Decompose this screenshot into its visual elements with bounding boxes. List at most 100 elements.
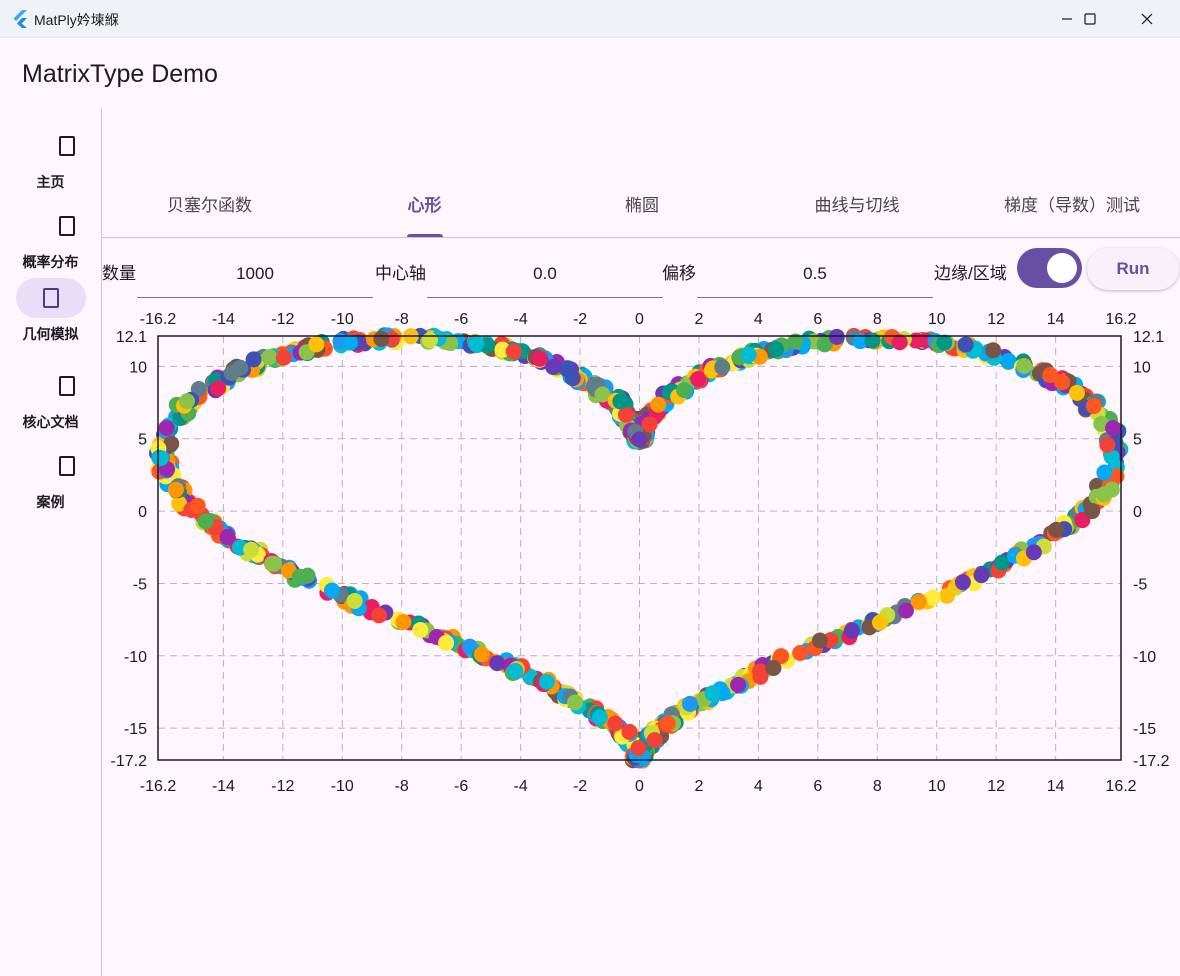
scatter-point (245, 351, 262, 368)
tab-ellipse[interactable]: 椭圆 (592, 180, 692, 237)
scatter-point (179, 393, 196, 410)
x-tick-label-top: 16.2 (1105, 311, 1136, 328)
nav-item-cases[interactable]: 案例 (0, 446, 101, 526)
tab-curve-tangent[interactable]: 曲线与切线 (792, 180, 922, 237)
scatter-point (489, 655, 506, 672)
x-tick-label-top: 6 (813, 311, 822, 328)
scatter-point (342, 334, 359, 351)
scatter-point (210, 380, 227, 397)
offset-label: 偏移 (662, 264, 696, 283)
nav-label: 几何模拟 (22, 326, 79, 342)
tab-bessel[interactable]: 贝塞尔函数 (142, 180, 277, 237)
x-tick-label-bottom: -2 (573, 778, 587, 795)
scatter-point (189, 497, 206, 514)
nav-label: 核心文档 (22, 414, 79, 430)
scatter-point (473, 646, 490, 663)
app-title: MatrixType Demo (22, 60, 218, 88)
nav-label: 概率分布 (22, 254, 79, 270)
maximize-icon (1084, 13, 1096, 25)
scatter-point (659, 715, 676, 732)
y-tick-label-right: -10 (1133, 649, 1156, 666)
run-button[interactable]: Run (1087, 248, 1179, 290)
x-tick-label-top: 10 (928, 311, 946, 328)
tab-heart[interactable]: 心形 (382, 180, 467, 237)
scatter-point (765, 660, 782, 677)
scatter-point (346, 592, 363, 609)
scatter-point (910, 593, 927, 610)
scatter-point (158, 419, 175, 436)
nav-item-docs[interactable]: 核心文档 (0, 366, 101, 446)
scatter-point (1085, 398, 1102, 415)
case-icon (59, 456, 75, 476)
edge-toggle[interactable] (1017, 248, 1082, 288)
scatter-point (730, 676, 747, 693)
offset-input[interactable] (697, 250, 933, 298)
scatter-point (973, 567, 990, 584)
scatter-point (219, 529, 236, 546)
y-tick-label-right: 10 (1133, 359, 1151, 376)
title-bar: MatPly妗堜緥 (0, 0, 1180, 38)
y-tick-label-left: 5 (138, 432, 147, 449)
scatter-point (939, 587, 956, 604)
x-tick-label-top: 0 (635, 311, 644, 328)
x-tick-label-top: -8 (395, 311, 409, 328)
nav-item-home[interactable]: 主页 (0, 126, 101, 206)
y-tick-label-left: -17.2 (111, 753, 148, 770)
scatter-point (630, 740, 647, 757)
x-tick-label-top: -6 (454, 311, 468, 328)
tab-gradient-test[interactable]: 梯度（导数）测试 (987, 180, 1157, 237)
x-tick-label-bottom: 10 (928, 778, 946, 795)
x-tick-label-bottom: -14 (212, 778, 235, 795)
scatter-point (545, 358, 562, 375)
scatter-point (264, 555, 281, 572)
nav-item-distribution[interactable]: 概率分布 (0, 206, 101, 286)
close-button[interactable] (1124, 0, 1170, 38)
scatter-point (676, 382, 693, 399)
window-title: MatPly妗堜緥 (34, 12, 119, 28)
x-tick-label-bottom: -10 (331, 778, 354, 795)
maximize-button[interactable] (1067, 0, 1113, 38)
scatter-point (567, 694, 584, 711)
scatter-point (468, 335, 485, 352)
distribution-icon (59, 216, 75, 236)
tab-indicator (407, 234, 443, 237)
y-tick-label-right: 5 (1133, 432, 1142, 449)
tab-bar: 贝塞尔函数 心形 椭圆 曲线与切线 梯度（导数）测试 (102, 180, 1180, 238)
heart-scatter-chart: -16.2 -16.2 -14 -14 -12 -12 -10 -10 -8 -8 -6 -6 -4 -4… (111, 311, 1170, 795)
x-tick-label-top: 2 (694, 311, 703, 328)
scatter-point (828, 328, 845, 345)
y-tick-label-left: -5 (133, 576, 147, 593)
x-tick-label-top: 12 (987, 311, 1005, 328)
x-tick-label-bottom: -4 (513, 778, 527, 795)
count-label: 数量 (102, 264, 136, 283)
nav-item-geometry[interactable]: 几何模拟 (0, 278, 101, 358)
x-tick-label-bottom: 0 (635, 778, 644, 795)
axis-input[interactable] (427, 250, 663, 298)
x-tick-label-top: -12 (271, 311, 294, 328)
scatter-point (897, 602, 914, 619)
scatter-point (275, 349, 292, 366)
scatter-point (324, 582, 341, 599)
scatter-point (641, 416, 658, 433)
scatter-point (507, 663, 524, 680)
scatter-point (1105, 419, 1122, 436)
y-tick-label-left: 10 (129, 359, 147, 376)
scatter-point (924, 589, 941, 606)
scatter-point (167, 481, 184, 498)
count-input[interactable] (137, 250, 373, 298)
y-tick-label-left: 12.1 (116, 329, 147, 346)
scatter-point (261, 349, 278, 366)
x-tick-label-bottom: -8 (395, 778, 409, 795)
x-tick-label-bottom: -12 (271, 778, 294, 795)
scatter-point (243, 541, 260, 558)
scatter-point (421, 332, 438, 349)
scatter-point (646, 732, 663, 749)
x-tick-label-bottom: -16.2 (140, 778, 177, 795)
geometry-icon (43, 288, 59, 308)
scatter-point (740, 346, 757, 363)
y-tick-label-left: -15 (124, 721, 147, 738)
x-tick-label-bottom: 12 (987, 778, 1005, 795)
scatter-point (373, 330, 390, 347)
scatter-point (308, 336, 325, 353)
home-icon (59, 136, 75, 156)
